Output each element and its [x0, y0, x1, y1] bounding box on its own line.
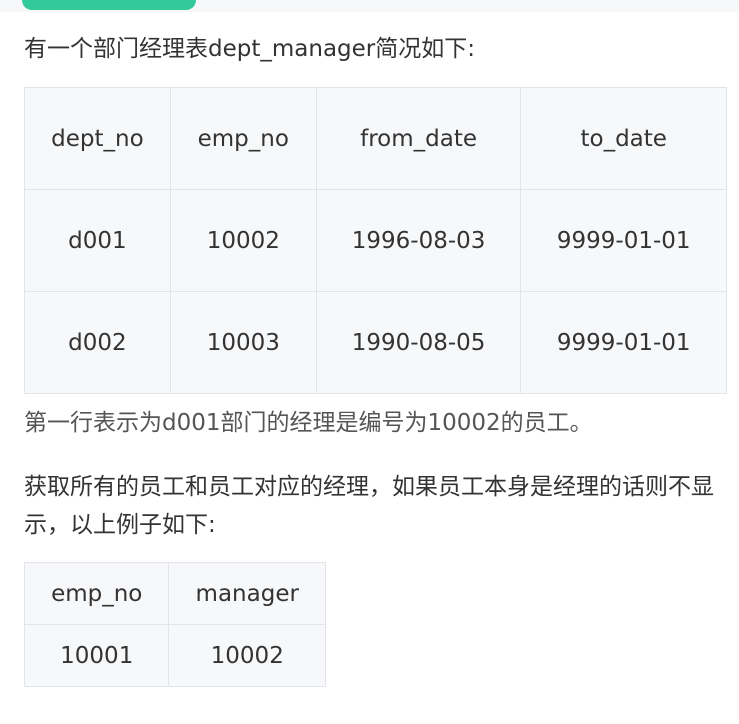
table-cell: d001 — [24, 189, 171, 292]
result-table: emp_no manager 10001 10002 — [23, 562, 326, 687]
table-cell: 9999-01-01 — [520, 291, 727, 394]
dept-manager-table: dept_no emp_no from_date to_date d001 10… — [24, 87, 727, 394]
table-cell: 10002 — [169, 189, 317, 292]
header-cell-manager: manager — [168, 562, 326, 625]
header-cell-from-date: from_date — [315, 87, 522, 190]
task-text: 获取所有的员工和员工对应的经理，如果员工本身是经理的话则不显示，以上例子如下: — [24, 474, 714, 538]
intro-text: 有一个部门经理表dept_manager简况如下: — [24, 36, 475, 62]
note-text: 第一行表示为d001部门的经理是编号为10002的员工。 — [24, 410, 593, 436]
table-cell: 10002 — [168, 624, 326, 687]
table-cell: 1996-08-03 — [315, 189, 522, 292]
table-cell: d002 — [24, 291, 171, 394]
table-row: d001 10002 1996-08-03 9999-01-01 — [24, 189, 727, 292]
top-button[interactable] — [22, 0, 196, 10]
header-cell-emp-no: emp_no — [23, 562, 170, 625]
header-cell-emp-no: emp_no — [169, 87, 317, 190]
problem-content: 有一个部门经理表dept_manager简况如下: dept_no emp_no… — [23, 30, 727, 687]
table-header-row: dept_no emp_no from_date to_date — [24, 87, 727, 190]
table-cell: 10003 — [169, 291, 317, 394]
table-cell: 10001 — [23, 624, 170, 687]
table-row: 10001 10002 — [23, 624, 326, 687]
table-cell: 9999-01-01 — [520, 189, 727, 292]
table-header-row: emp_no manager — [23, 562, 326, 625]
header-cell-to-date: to_date — [520, 87, 727, 190]
header-cell-dept-no: dept_no — [24, 87, 171, 190]
table-cell: 1990-08-05 — [315, 291, 522, 394]
table-row: d002 10003 1990-08-05 9999-01-01 — [24, 291, 727, 394]
